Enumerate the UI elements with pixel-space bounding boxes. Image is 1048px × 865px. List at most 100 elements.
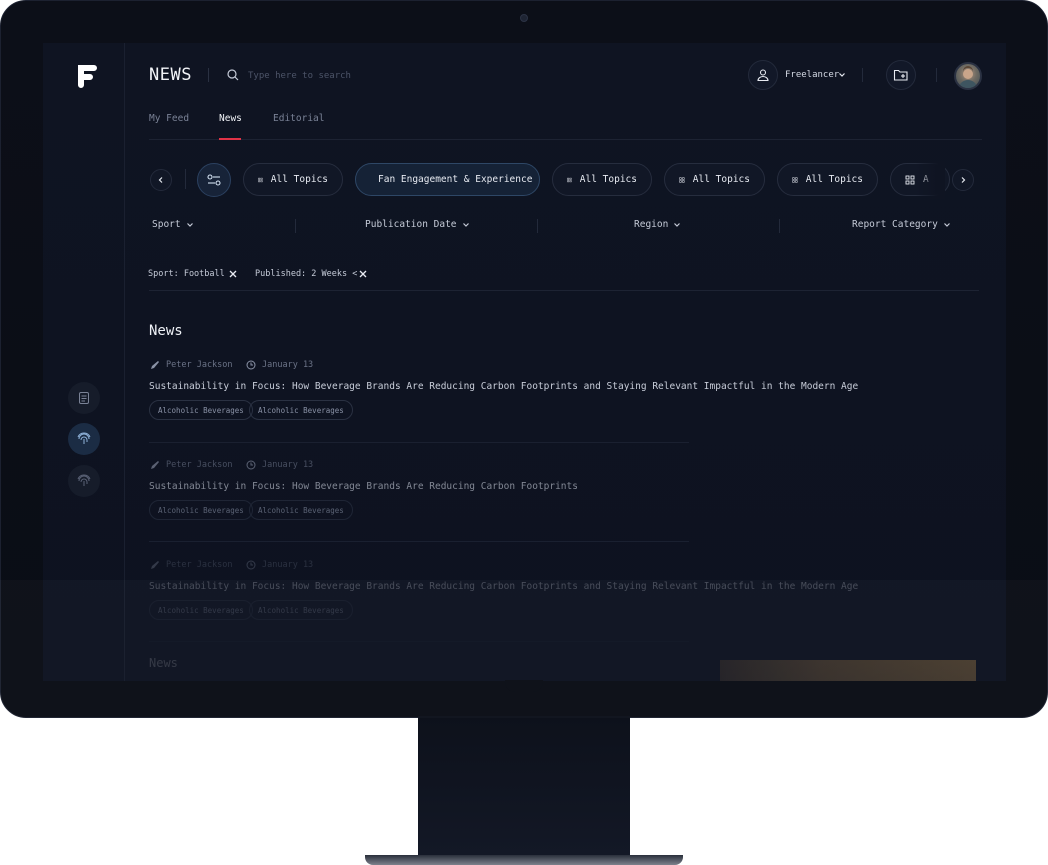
news-tag[interactable]: Alcoholic Beverages bbox=[149, 500, 253, 520]
topic-chip-fan-engagement[interactable]: Fan Engagement & Experience bbox=[355, 163, 540, 196]
region-dropdown[interactable]: Region bbox=[634, 219, 681, 230]
news-tag[interactable]: Alcoholic Beverages bbox=[149, 400, 253, 420]
tab-my-feed[interactable]: My Feed bbox=[149, 113, 189, 124]
topic-chip-label: All Topics bbox=[579, 174, 637, 185]
report-category-dropdown[interactable]: Report Category bbox=[852, 219, 951, 230]
news-section-title: News bbox=[149, 323, 183, 339]
monitor-bezel: NEWS Freelancer bbox=[0, 0, 1048, 718]
news-date: January 13 bbox=[246, 460, 313, 470]
grid-icon bbox=[905, 175, 915, 184]
filter-settings-button[interactable] bbox=[197, 163, 231, 197]
monitor-notch bbox=[505, 680, 543, 692]
pen-icon bbox=[151, 561, 159, 569]
tab-editorial[interactable]: Editorial bbox=[273, 113, 324, 124]
news-item[interactable]: Peter Jackson January 13 Sustainability … bbox=[149, 560, 858, 642]
chevron-down-icon bbox=[462, 222, 469, 227]
topic-chip-all-topics[interactable]: All Topics bbox=[243, 163, 343, 196]
news-headline[interactable]: Sustainability in Focus: How Beverage Br… bbox=[149, 481, 578, 492]
document-icon bbox=[79, 392, 89, 404]
user-role-button[interactable] bbox=[748, 60, 778, 90]
fingerprint-icon bbox=[77, 474, 91, 486]
news-divider bbox=[149, 541, 689, 542]
monitor-stand bbox=[418, 716, 630, 856]
title-divider bbox=[208, 68, 209, 82]
chips-divider bbox=[185, 169, 186, 189]
dropdown-label: Report Category bbox=[852, 219, 938, 230]
dropdown-label: Region bbox=[634, 219, 669, 230]
header-divider bbox=[936, 68, 937, 82]
topic-chip-all-topics[interactable]: All Topics bbox=[552, 163, 652, 196]
publication-date-dropdown[interactable]: Publication Date bbox=[365, 219, 470, 230]
news-author: Peter Jackson bbox=[150, 560, 233, 570]
author-name: Peter Jackson bbox=[166, 460, 233, 470]
pen-icon bbox=[151, 461, 159, 469]
clock-icon bbox=[246, 460, 256, 470]
news-tag[interactable]: Alcoholic Beverages bbox=[249, 400, 353, 420]
chevron-down-icon bbox=[186, 222, 193, 227]
sport-dropdown[interactable]: Sport bbox=[152, 219, 194, 230]
dropdown-label: Sport bbox=[152, 219, 181, 230]
chips-prev-button[interactable] bbox=[150, 169, 172, 191]
close-icon[interactable] bbox=[358, 269, 368, 279]
date-label: January 13 bbox=[262, 360, 314, 370]
chevron-down-icon bbox=[943, 222, 950, 227]
news-author: Peter Jackson bbox=[150, 360, 233, 370]
chips-fade bbox=[915, 161, 945, 199]
filter-divider bbox=[537, 219, 538, 233]
news-tag[interactable]: Alcoholic Beverages bbox=[249, 500, 353, 520]
active-filters-divider bbox=[149, 290, 979, 291]
chips-next-button[interactable] bbox=[952, 169, 974, 191]
app-screen: NEWS Freelancer bbox=[43, 43, 1006, 681]
dropdown-label: Publication Date bbox=[365, 219, 457, 230]
user-icon bbox=[757, 69, 769, 82]
filter-divider bbox=[295, 219, 296, 233]
logo-icon bbox=[78, 65, 97, 88]
chevron-right-icon bbox=[961, 177, 966, 183]
news-divider bbox=[149, 641, 689, 642]
topic-chip-all-topics[interactable]: All Topics bbox=[777, 163, 878, 196]
author-name: Peter Jackson bbox=[166, 560, 233, 570]
news-date: January 13 bbox=[246, 360, 313, 370]
grid-icon bbox=[679, 176, 685, 183]
news-tag[interactable]: Alcoholic Beverages bbox=[149, 600, 253, 620]
author-name: Peter Jackson bbox=[166, 360, 233, 370]
news-item[interactable]: Peter Jackson January 13 Sustainability … bbox=[149, 360, 858, 442]
monitor-base bbox=[365, 855, 683, 865]
page-title: NEWS bbox=[149, 65, 192, 85]
date-label: January 13 bbox=[262, 460, 314, 470]
news-item[interactable]: Peter Jackson January 13 Sustainability … bbox=[149, 460, 689, 542]
role-label[interactable]: Freelancer bbox=[785, 70, 839, 80]
topic-chip-label: All Topics bbox=[805, 174, 863, 185]
avatar-image bbox=[959, 66, 977, 88]
news-date: January 13 bbox=[246, 560, 313, 570]
news-author: Peter Jackson bbox=[150, 460, 233, 470]
news-thumbnail[interactable] bbox=[720, 660, 976, 681]
chevron-left-icon bbox=[158, 177, 163, 183]
chevron-down-icon[interactable] bbox=[838, 71, 846, 79]
add-folder-button[interactable] bbox=[886, 60, 916, 90]
sidebar-fingerprint-active-icon[interactable] bbox=[68, 423, 100, 455]
active-filter-sport: Sport: Football bbox=[148, 269, 225, 279]
date-label: January 13 bbox=[262, 560, 314, 570]
tab-news[interactable]: News bbox=[219, 113, 242, 124]
news-headline[interactable]: Sustainability in Focus: How Beverage Br… bbox=[149, 581, 858, 592]
topic-chip-label: Fan Engagement & Experience bbox=[378, 174, 533, 185]
news-headline[interactable]: Sustainability in Focus: How Beverage Br… bbox=[149, 381, 858, 392]
topic-chip-all-topics[interactable]: All Topics bbox=[664, 163, 765, 196]
clock-icon bbox=[246, 560, 256, 570]
filter-divider bbox=[779, 219, 780, 233]
sidebar-fingerprint-icon[interactable] bbox=[68, 465, 100, 497]
close-icon[interactable] bbox=[228, 269, 238, 279]
active-tab-indicator bbox=[219, 138, 241, 140]
clock-icon bbox=[246, 360, 256, 370]
news-tag[interactable]: Alcoholic Beverages bbox=[249, 600, 353, 620]
grid-icon bbox=[792, 176, 798, 183]
search-input[interactable] bbox=[248, 67, 508, 85]
fingerprint-icon bbox=[77, 432, 91, 444]
avatar[interactable] bbox=[954, 62, 982, 90]
search-icon bbox=[227, 69, 239, 81]
header-divider bbox=[862, 68, 863, 82]
sliders-icon bbox=[207, 174, 221, 186]
chevron-down-icon bbox=[674, 222, 681, 227]
sidebar-document-icon[interactable] bbox=[68, 382, 100, 414]
